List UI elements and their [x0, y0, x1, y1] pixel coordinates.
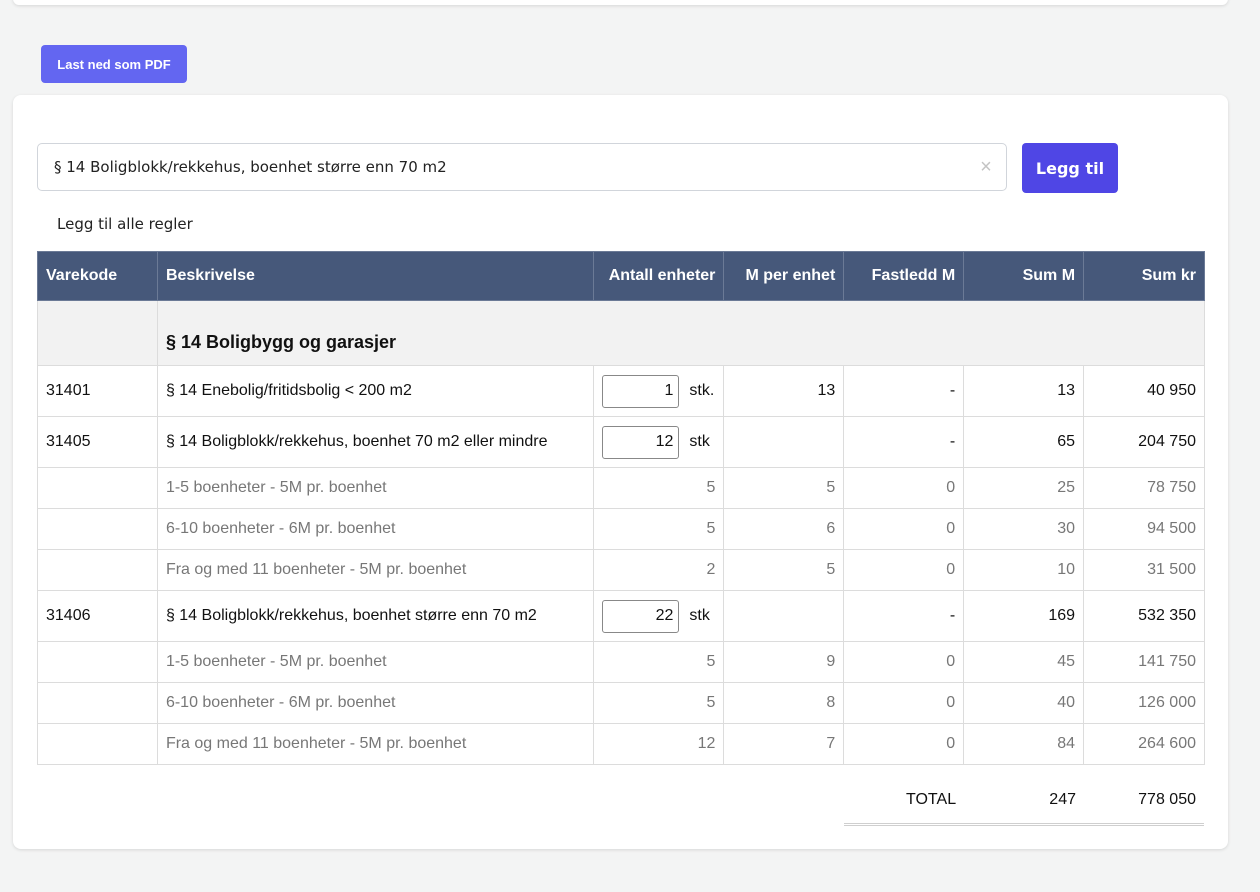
- cell-sum-kr: 126 000: [1083, 682, 1205, 724]
- add-all-rules-link[interactable]: Legg til alle regler: [57, 215, 193, 233]
- cell-m-per-unit: 9: [723, 641, 845, 683]
- cell-desc: § 14 Boligblokk/rekkehus, boenhet større…: [156, 590, 595, 642]
- cell-units: 12: [593, 723, 725, 765]
- cell-code: 31401: [37, 365, 158, 417]
- total-sum-m: 247: [1049, 791, 1076, 808]
- add-rule-button[interactable]: Legg til: [1022, 143, 1118, 193]
- tier-row: 6-10 boenheter - 6M pr. boenhet 5 6 0 30…: [37, 508, 1205, 550]
- cell-desc: § 14 Boligblokk/rekkehus, boenhet 70 m2 …: [156, 416, 595, 468]
- section-title: § 14 Boligbygg og garasjer: [165, 332, 396, 352]
- cell-desc: § 14 Enebolig/fritidsbolig < 200 m2: [156, 365, 595, 417]
- col-header-fixed-m: Fastledd M: [843, 251, 965, 301]
- download-pdf-button[interactable]: Last ned som PDF: [41, 45, 187, 83]
- cell-sum-kr: 204 750: [1083, 416, 1205, 468]
- tier-row: 6-10 boenheter - 6M pr. boenhet 5 8 0 40…: [37, 682, 1205, 724]
- cell-m-per-unit: [723, 416, 845, 468]
- cell-code: 31406: [37, 590, 158, 642]
- cell-units: 5: [593, 682, 725, 724]
- rule-search-value[interactable]: § 14 Boligblokk/rekkehus, boenhet større…: [38, 158, 972, 176]
- cell-sum-kr: 264 600: [1083, 723, 1205, 765]
- totals-row: TOTAL 247 778 050: [844, 779, 1204, 826]
- cell-sum-kr: 78 750: [1083, 467, 1205, 509]
- cell-units: 2: [593, 549, 725, 591]
- cell-desc: Fra og med 11 boenheter - 5M pr. boenhet: [156, 723, 595, 765]
- tier-row: Fra og med 11 boenheter - 5M pr. boenhet…: [37, 723, 1205, 765]
- col-header-code: Varekode: [37, 251, 158, 301]
- section-row: § 14 Boligbygg og garasjer: [37, 300, 1206, 366]
- cell-sum-m: 25: [963, 467, 1085, 509]
- cell-fixed-m: 0: [843, 723, 965, 765]
- cell-units: 5: [593, 508, 725, 550]
- table-row: 31405 § 14 Boligblokk/rekkehus, boenhet …: [37, 416, 1205, 468]
- col-header-m-per-unit: M per enhet: [723, 251, 845, 301]
- cell-units: 5: [593, 467, 725, 509]
- cell-fixed-m: -: [843, 365, 965, 417]
- cell-sum-m: 40: [963, 682, 1085, 724]
- clear-icon[interactable]: ×: [972, 156, 1000, 179]
- cell-sum-m: 13: [963, 365, 1085, 417]
- cell-sum-m: 65: [963, 416, 1085, 468]
- cell-sum-kr: 532 350: [1083, 590, 1205, 642]
- cell-sum-kr: 141 750: [1083, 641, 1205, 683]
- cell-fixed-m: 0: [843, 467, 965, 509]
- cell-sum-m: 169: [963, 590, 1085, 642]
- cell-m-per-unit: 8: [723, 682, 845, 724]
- cell-fixed-m: 0: [843, 682, 965, 724]
- col-header-sum-kr: Sum kr: [1083, 251, 1205, 301]
- rule-search-field[interactable]: § 14 Boligblokk/rekkehus, boenhet større…: [37, 143, 1007, 191]
- cell-fixed-m: 0: [843, 641, 965, 683]
- col-header-units: Antall enheter: [593, 251, 725, 301]
- cell-fixed-m: -: [843, 590, 965, 642]
- cell-desc: 6-10 boenheter - 6M pr. boenhet: [156, 682, 595, 724]
- cell-sum-kr: 94 500: [1083, 508, 1205, 550]
- cell-m-per-unit: 6: [723, 508, 845, 550]
- cell-m-per-unit: 5: [723, 467, 845, 509]
- cell-sum-m: 84: [963, 723, 1085, 765]
- table-row: 31401 § 14 Enebolig/fritidsbolig < 200 m…: [37, 365, 1205, 417]
- calculation-table: Varekode Beskrivelse Antall enheter M pe…: [37, 251, 1206, 765]
- unit-label: stk: [689, 607, 710, 624]
- unit-label: stk: [689, 433, 710, 450]
- quantity-input[interactable]: [602, 599, 680, 633]
- total-label: TOTAL: [906, 791, 957, 808]
- cell-sum-kr: 31 500: [1083, 549, 1205, 591]
- table-header-row: Varekode Beskrivelse Antall enheter M pe…: [37, 251, 1205, 301]
- tier-row: 1-5 boenheter - 5M pr. boenhet 5 9 0 45 …: [37, 641, 1205, 683]
- table-row: 31406 § 14 Boligblokk/rekkehus, boenhet …: [37, 590, 1205, 642]
- cell-desc: 1-5 boenheter - 5M pr. boenhet: [156, 641, 595, 683]
- cell-code: 31405: [37, 416, 158, 468]
- cell-sum-kr: 40 950: [1083, 365, 1205, 417]
- cell-sum-m: 10: [963, 549, 1085, 591]
- cell-m-per-unit: 7: [723, 723, 845, 765]
- cell-fixed-m: 0: [843, 508, 965, 550]
- col-header-desc: Beskrivelse: [156, 251, 595, 301]
- quantity-input[interactable]: [602, 425, 680, 459]
- cell-desc: 1-5 boenheter - 5M pr. boenhet: [156, 467, 595, 509]
- cell-desc: Fra og med 11 boenheter - 5M pr. boenhet: [156, 549, 595, 591]
- total-sum-kr: 778 050: [1138, 791, 1196, 808]
- unit-label: stk.: [689, 382, 715, 399]
- tier-row: Fra og med 11 boenheter - 5M pr. boenhet…: [37, 549, 1205, 591]
- cell-m-per-unit: 5: [723, 549, 845, 591]
- previous-card: [13, 0, 1228, 5]
- cell-m-per-unit: 13: [723, 365, 845, 417]
- cell-units: 5: [593, 641, 725, 683]
- tier-row: 1-5 boenheter - 5M pr. boenhet 5 5 0 25 …: [37, 467, 1205, 509]
- col-header-sum-m: Sum M: [963, 251, 1085, 301]
- calculation-card: § 14 Boligblokk/rekkehus, boenhet større…: [13, 95, 1228, 849]
- cell-fixed-m: 0: [843, 549, 965, 591]
- cell-desc: 6-10 boenheter - 6M pr. boenhet: [156, 508, 595, 550]
- cell-m-per-unit: [723, 590, 845, 642]
- cell-sum-m: 30: [963, 508, 1085, 550]
- cell-fixed-m: -: [843, 416, 965, 468]
- quantity-input[interactable]: [602, 374, 680, 408]
- cell-sum-m: 45: [963, 641, 1085, 683]
